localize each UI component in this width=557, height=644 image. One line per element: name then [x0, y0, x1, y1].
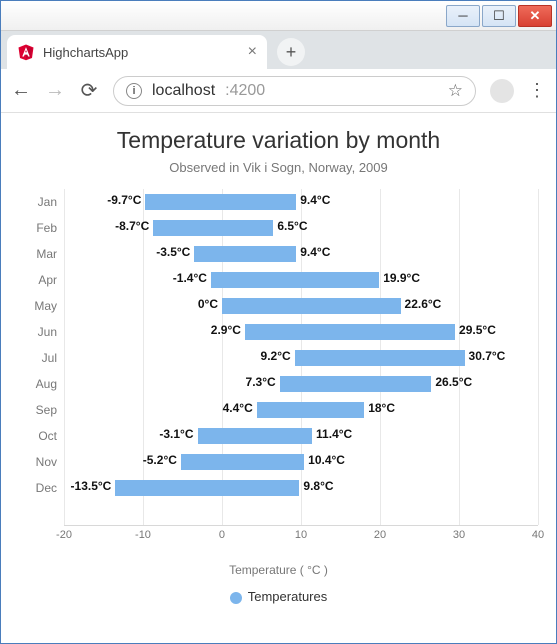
x-tick-label: -10	[135, 529, 151, 541]
bar[interactable]	[181, 454, 304, 470]
y-tick-label: Mar	[19, 241, 57, 267]
bar[interactable]	[198, 428, 313, 444]
y-tick-label: May	[19, 293, 57, 319]
bar-row: 0°C 22.6°C	[64, 293, 538, 319]
bar[interactable]	[153, 220, 273, 236]
legend-label: Temperatures	[248, 589, 327, 604]
y-tick-label: Jun	[19, 319, 57, 345]
bar-high-label: 9.8°C	[303, 479, 333, 493]
bar-row: 2.9°C 29.5°C	[64, 319, 538, 345]
bar-high-label: 10.4°C	[308, 453, 345, 467]
browser-toolbar: ← → ⟳ i localhost :4200 ☆ ⋮	[1, 69, 556, 113]
bar-row: 9.2°C 30.7°C	[64, 345, 538, 371]
bar[interactable]	[245, 324, 455, 340]
forward-button[interactable]: →	[45, 79, 65, 102]
chart-subtitle: Observed in Vik i Sogn, Norway, 2009	[19, 160, 538, 175]
browser-tabstrip: HighchartsApp × +	[1, 31, 556, 69]
y-tick-label: Aug	[19, 371, 57, 397]
bar-low-label: -8.7°C	[115, 219, 149, 233]
reload-button[interactable]: ⟳	[79, 78, 99, 103]
tab-title: HighchartsApp	[43, 45, 240, 60]
x-tick-label: 30	[453, 529, 465, 541]
menu-icon[interactable]: ⋮	[528, 80, 546, 101]
site-info-icon[interactable]: i	[126, 83, 142, 99]
bar-high-label: 18°C	[368, 401, 395, 415]
bar[interactable]	[115, 480, 299, 496]
browser-tab[interactable]: HighchartsApp ×	[7, 35, 267, 69]
bar-high-label: 19.9°C	[383, 271, 420, 285]
bar-high-label: 22.6°C	[405, 297, 442, 311]
x-tick-label: 10	[295, 529, 307, 541]
bookmark-icon[interactable]: ☆	[448, 81, 463, 101]
bar[interactable]	[257, 402, 364, 418]
bar[interactable]	[280, 376, 432, 392]
bar-row: 4.4°C 18°C	[64, 397, 538, 423]
bar-high-label: 30.7°C	[469, 349, 506, 363]
profile-avatar[interactable]	[490, 79, 514, 103]
y-axis-labels: JanFebMarAprMayJunJulAugSepOctNovDec	[19, 189, 63, 559]
url-host: localhost	[152, 82, 215, 100]
y-tick-label: Jan	[19, 189, 57, 215]
bar-row: 7.3°C 26.5°C	[64, 371, 538, 397]
new-tab-button[interactable]: +	[277, 38, 305, 66]
minimize-button[interactable]: ─	[446, 5, 480, 27]
maximize-button[interactable]: ☐	[482, 5, 516, 27]
bar-low-label: -5.2°C	[143, 453, 177, 467]
chart-title: Temperature variation by month	[19, 127, 538, 154]
x-axis-title: Temperature ( °C )	[19, 563, 538, 577]
bar-high-label: 29.5°C	[459, 323, 496, 337]
bar[interactable]	[194, 246, 296, 262]
bar[interactable]	[222, 298, 401, 314]
address-bar[interactable]: i localhost :4200 ☆	[113, 76, 476, 106]
back-button[interactable]: ←	[11, 79, 31, 102]
bar-low-label: 4.4°C	[223, 401, 253, 415]
y-tick-label: Apr	[19, 267, 57, 293]
bar-low-label: 2.9°C	[211, 323, 241, 337]
y-tick-label: Dec	[19, 475, 57, 501]
bar-high-label: 9.4°C	[300, 245, 330, 259]
bar-row: -1.4°C 19.9°C	[64, 267, 538, 293]
x-tick-label: 20	[374, 529, 386, 541]
bar-row: -3.5°C 9.4°C	[64, 241, 538, 267]
x-axis: -20-10010203040	[64, 525, 538, 559]
y-tick-label: Jul	[19, 345, 57, 371]
bar-row: -13.5°C 9.8°C	[64, 475, 538, 501]
bar-row: -9.7°C 9.4°C	[64, 189, 538, 215]
bar-low-label: 9.2°C	[261, 349, 291, 363]
chart: JanFebMarAprMayJunJulAugSepOctNovDec -9.…	[19, 189, 538, 559]
plot-area: -9.7°C 9.4°C -8.7°C 6.5°C -3.5°C 9.4°C -1.4°C 1…	[63, 189, 538, 559]
y-tick-label: Feb	[19, 215, 57, 241]
y-tick-label: Sep	[19, 397, 57, 423]
bar-high-label: 11.4°C	[316, 427, 352, 441]
legend[interactable]: Temperatures	[19, 589, 538, 604]
bar-row: -8.7°C 6.5°C	[64, 215, 538, 241]
y-tick-label: Nov	[19, 449, 57, 475]
close-button[interactable]: ✕	[518, 5, 552, 27]
bar[interactable]	[145, 194, 296, 210]
bar-low-label: 0°C	[198, 297, 218, 311]
tab-close-icon[interactable]: ×	[248, 43, 257, 61]
bar-row: -3.1°C 11.4°C	[64, 423, 538, 449]
bar-high-label: 26.5°C	[435, 375, 472, 389]
window-titlebar: ─ ☐ ✕	[1, 1, 556, 31]
bar-low-label: 7.3°C	[246, 375, 276, 389]
legend-swatch	[230, 592, 242, 604]
x-tick-label: 40	[532, 529, 544, 541]
y-tick-label: Oct	[19, 423, 57, 449]
bar-low-label: -1.4°C	[173, 271, 207, 285]
x-tick-label: 0	[219, 529, 225, 541]
bar-low-label: -3.1°C	[159, 427, 193, 441]
angular-icon	[17, 43, 35, 61]
page-content: Temperature variation by month Observed …	[1, 113, 556, 612]
x-tick-label: -20	[56, 529, 72, 541]
bar-low-label: -13.5°C	[71, 479, 112, 493]
bar-high-label: 9.4°C	[300, 193, 330, 207]
bar-high-label: 6.5°C	[277, 219, 307, 233]
url-port: :4200	[225, 82, 265, 100]
bar[interactable]	[211, 272, 379, 288]
bar-low-label: -9.7°C	[107, 193, 141, 207]
bar[interactable]	[295, 350, 465, 366]
bar-row: -5.2°C 10.4°C	[64, 449, 538, 475]
bar-low-label: -3.5°C	[156, 245, 190, 259]
